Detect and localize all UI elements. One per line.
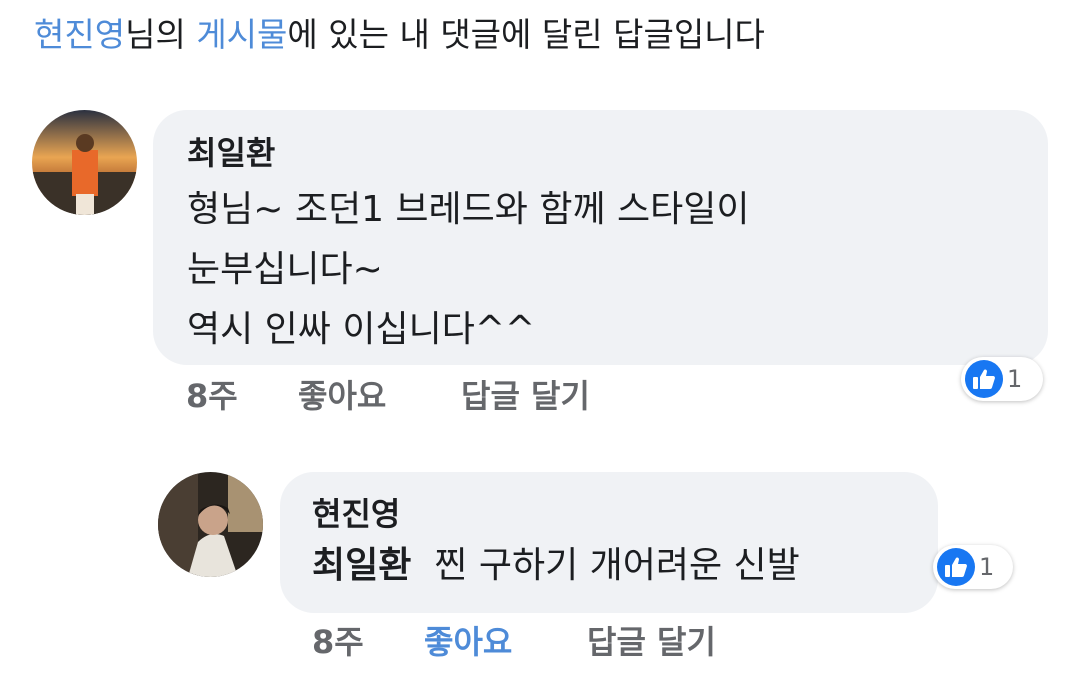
post-link[interactable]: 게시물 (196, 15, 287, 54)
comment-author[interactable]: 최일환 (187, 128, 1048, 178)
comment-text: 형님~ 조던1 브레드와 함께 스타일이 눈부십니다~ 역시 인싸 이십니다^^ (187, 180, 1048, 360)
reply-text: 최일환 찐 구하기 개어려운 신발 (312, 538, 938, 594)
comment-line: 역시 인싸 이십니다^^ (187, 309, 536, 350)
comment-time[interactable]: 8주 (186, 376, 238, 416)
reply-button[interactable]: 답글 달기 (587, 622, 716, 662)
reaction-count[interactable]: 1 (933, 545, 1013, 589)
user-link[interactable]: 현진영 (34, 15, 125, 54)
reply-time[interactable]: 8주 (312, 622, 364, 662)
notification-header: 현진영님의 게시물에 있는 내 댓글에 달린 답글입니다 (34, 10, 765, 60)
reply-message: 찐 구하기 개어려운 신발 (434, 545, 800, 586)
comment-bubble: 최일환 형님~ 조던1 브레드와 함께 스타일이 눈부십니다~ 역시 인싸 이십… (153, 110, 1048, 365)
reaction-count-value: 1 (979, 553, 995, 581)
comment-actions: 8주 좋아요 답글 달기 (186, 376, 646, 416)
avatar[interactable] (158, 472, 263, 577)
reaction-count[interactable]: 1 (961, 357, 1043, 401)
reply-bubble: 현진영 최일환 찐 구하기 개어려운 신발 (280, 472, 938, 613)
header-text-2: 에 있는 내 댓글에 달린 답글입니다 (287, 15, 765, 54)
like-icon (937, 548, 975, 586)
like-icon (965, 360, 1003, 398)
header-text-1: 님의 (125, 15, 197, 54)
like-button[interactable]: 좋아요 (298, 376, 386, 416)
reaction-count-value: 1 (1007, 365, 1023, 393)
reply-button[interactable]: 답글 달기 (461, 376, 590, 416)
like-button[interactable]: 좋아요 (424, 622, 512, 662)
mention-tag[interactable]: 최일환 (312, 545, 411, 586)
avatar[interactable] (32, 110, 137, 215)
reply-actions: 8주 좋아요 답글 달기 (312, 622, 772, 662)
comment-line: 눈부십니다~ (187, 249, 383, 290)
reply-author[interactable]: 현진영 (312, 490, 938, 538)
comment-line: 형님~ 조던1 브레드와 함께 스타일이 (187, 189, 750, 230)
